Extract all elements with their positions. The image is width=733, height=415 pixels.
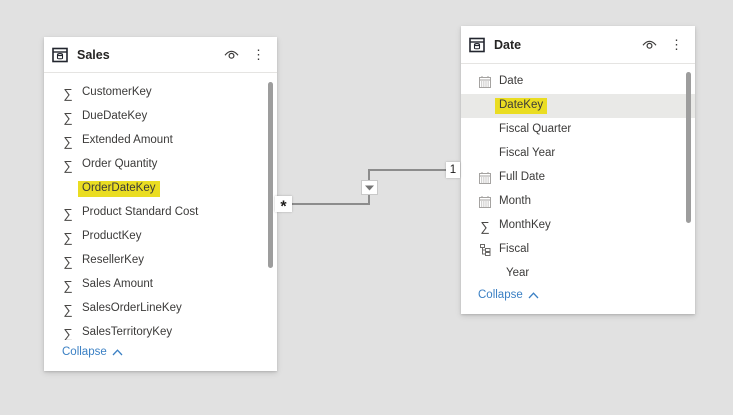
sigma-icon: ∑ <box>480 218 490 234</box>
scrollbar[interactable] <box>686 72 691 223</box>
chevron-up-icon <box>528 291 539 299</box>
sigma-icon: ∑ <box>63 229 73 245</box>
field-row-extended-amount[interactable]: ∑ Extended Amount <box>44 129 277 153</box>
sigma-icon: ∑ <box>63 109 73 125</box>
field-row-fiscal[interactable]: Fiscal <box>461 238 695 262</box>
calendar-icon <box>475 196 495 208</box>
filter-direction-arrow-icon[interactable] <box>361 180 378 195</box>
field-label: MonthKey <box>499 219 551 232</box>
table-icon <box>52 47 68 63</box>
field-label: Product Standard Cost <box>82 206 199 219</box>
sigma-icon: ∑ <box>63 157 73 173</box>
collapse-label: Collapse <box>478 289 523 301</box>
calendar-icon <box>475 172 495 184</box>
field-row-duedatekey[interactable]: ∑ DueDateKey <box>44 105 277 129</box>
field-label: Extended Amount <box>82 134 173 147</box>
sigma-icon: ∑ <box>63 253 73 269</box>
field-row-monthkey[interactable]: ∑ MonthKey <box>461 214 695 238</box>
table-card-sales[interactable]: Sales ⋮ ∑ CustomerKey ∑ DueDateKey ∑ Extended… <box>44 37 277 371</box>
field-label: ResellerKey <box>82 254 144 267</box>
field-row-salesorderlinekey[interactable]: ∑ SalesOrderLineKey <box>44 297 277 321</box>
field-label: ProductKey <box>82 230 142 243</box>
field-label: Full Date <box>499 171 546 184</box>
field-row-customerkey[interactable]: ∑ CustomerKey <box>44 81 277 105</box>
one-label: 1 <box>449 164 457 176</box>
cardinality-many-badge[interactable]: * <box>275 196 292 216</box>
collapse-button[interactable]: Collapse <box>62 346 123 358</box>
field-label: Month <box>499 195 531 208</box>
field-label: DueDateKey <box>82 110 148 123</box>
collapse-label: Collapse <box>62 346 107 358</box>
field-row-product-standard-cost[interactable]: ∑ Product Standard Cost <box>44 201 277 225</box>
table-title: Date <box>494 37 522 52</box>
sigma-icon: ∑ <box>63 301 73 317</box>
field-list-viewport: Date DateKey Fiscal Quarter Fiscal Year Full… <box>461 64 695 286</box>
field-label: Fiscal <box>499 243 530 256</box>
field-row-fiscal-quarter[interactable]: Fiscal Quarter <box>461 118 695 142</box>
field-label: DateKey <box>495 97 548 115</box>
field-label: SalesTerritoryKey <box>82 326 173 339</box>
sigma-icon: ∑ <box>63 85 73 101</box>
table-icon <box>469 37 485 53</box>
sigma-icon: ∑ <box>63 205 73 221</box>
field-label: Fiscal Year <box>499 147 556 160</box>
field-list-viewport: ∑ CustomerKey ∑ DueDateKey ∑ Extended Amount ∑… <box>44 73 277 340</box>
field-list: ∑ CustomerKey ∑ DueDateKey ∑ Extended Amount ∑… <box>44 73 277 340</box>
field-label: CustomerKey <box>82 86 152 99</box>
field-row-month[interactable]: Month <box>461 190 695 214</box>
model-view-canvas: Sales ⋮ ∑ CustomerKey ∑ DueDateKey ∑ Extended… <box>0 0 733 415</box>
eye-icon[interactable] <box>642 39 657 50</box>
more-options-icon[interactable]: ⋮ <box>668 38 685 51</box>
table-header-date: Date ⋮ <box>461 26 695 64</box>
field-row-sales-amount[interactable]: ∑ Sales Amount <box>44 273 277 297</box>
field-row-productkey[interactable]: ∑ ProductKey <box>44 225 277 249</box>
sigma-icon: ∑ <box>63 133 73 149</box>
field-row-order-quantity[interactable]: ∑ Order Quantity <box>44 153 277 177</box>
many-label: * <box>280 198 287 216</box>
eye-icon[interactable] <box>224 49 239 60</box>
field-row-date[interactable]: Date <box>461 70 695 94</box>
sigma-icon: ∑ <box>63 277 73 293</box>
table-card-date[interactable]: Date ⋮ Date DateKey Fiscal Quarter Fiscal Y… <box>461 26 695 314</box>
chevron-up-icon <box>112 348 123 356</box>
field-label: SalesOrderLineKey <box>82 302 182 315</box>
field-row-full-date[interactable]: Full Date <box>461 166 695 190</box>
field-row-year[interactable]: Year <box>461 262 695 286</box>
scrollbar[interactable] <box>268 82 273 268</box>
field-label: Year <box>506 267 530 280</box>
more-options-icon[interactable]: ⋮ <box>250 48 267 61</box>
field-label: OrderDateKey <box>78 180 160 198</box>
field-label: Order Quantity <box>82 158 158 171</box>
field-row-resellerkey[interactable]: ∑ ResellerKey <box>44 249 277 273</box>
field-label: Sales Amount <box>82 278 153 291</box>
field-row-datekey[interactable]: DateKey <box>461 94 695 118</box>
table-title: Sales <box>77 47 110 62</box>
field-row-fiscal-year[interactable]: Fiscal Year <box>461 142 695 166</box>
sigma-icon: ∑ <box>63 325 73 340</box>
field-label: Date <box>499 75 524 88</box>
table-header-sales: Sales ⋮ <box>44 37 277 73</box>
field-label: Fiscal Quarter <box>499 123 572 136</box>
field-row-orderdatekey[interactable]: OrderDateKey <box>44 177 277 201</box>
calendar-icon <box>475 76 495 88</box>
field-list: Date DateKey Fiscal Quarter Fiscal Year Full… <box>461 64 695 286</box>
field-row-salesterritorykey[interactable]: ∑ SalesTerritoryKey <box>44 321 277 340</box>
collapse-button[interactable]: Collapse <box>478 289 539 301</box>
cardinality-one-badge[interactable]: 1 <box>446 162 460 178</box>
hierarchy-icon <box>475 244 495 256</box>
